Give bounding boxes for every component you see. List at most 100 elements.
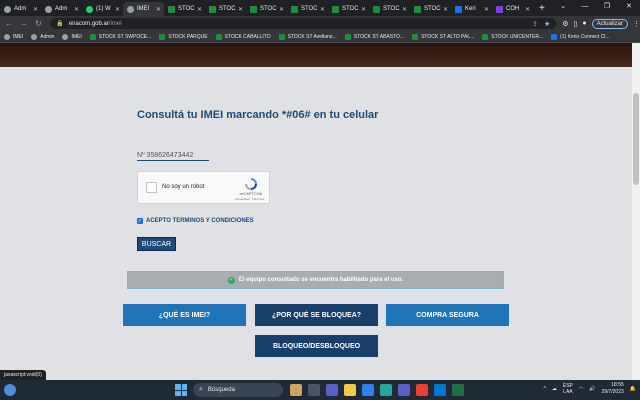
- tab-5[interactable]: STOC ✕: [205, 2, 246, 16]
- extensions-icon[interactable]: ⚙: [562, 20, 568, 28]
- profile-icon[interactable]: ●: [582, 20, 586, 27]
- tab-close-icon[interactable]: ✕: [238, 6, 243, 13]
- bookmark-item[interactable]: (1) Kerio Connect Cl...: [551, 33, 610, 40]
- tab-9[interactable]: STOC ✕: [369, 2, 410, 16]
- close-icon[interactable]: ✕: [618, 0, 640, 16]
- side-panel-icon[interactable]: ▯: [574, 20, 578, 28]
- menu-icon[interactable]: ⋮: [633, 20, 640, 28]
- tab-7[interactable]: STOC ✕: [287, 2, 328, 16]
- tab-close-icon[interactable]: ✕: [443, 6, 448, 13]
- tab-4[interactable]: STOC ✕: [164, 2, 205, 16]
- chevron-up-icon[interactable]: ^: [544, 386, 546, 392]
- share-icon[interactable]: ⇪: [532, 20, 538, 28]
- what-is-imei-button[interactable]: ¿QUÉ ES IMEI?: [123, 304, 246, 326]
- terms-checkbox[interactable]: ✓: [137, 218, 143, 224]
- tab-close-icon[interactable]: ✕: [156, 6, 161, 13]
- lock-icon[interactable]: 🔒: [56, 20, 63, 27]
- bookmark-item[interactable]: STOCK UNICENTER...: [482, 33, 543, 40]
- tab-close-icon[interactable]: ✕: [402, 6, 407, 13]
- tab-close-icon[interactable]: ✕: [74, 6, 79, 13]
- cloud-icon[interactable]: ☁: [552, 386, 557, 392]
- check-circle-icon: ✓: [227, 276, 235, 284]
- recaptcha-widget: No soy un robot reCAPTCHA Privacidad - T…: [137, 171, 270, 204]
- bookmark-item[interactable]: STOCK ST ALTO PAL...: [412, 33, 474, 40]
- bookmark-item[interactable]: STOCK ST ABASTO...: [344, 33, 404, 40]
- app-icon[interactable]: [380, 384, 392, 396]
- back-button[interactable]: ←: [3, 19, 15, 28]
- forward-button[interactable]: →: [18, 19, 30, 28]
- tab-label: STOC: [178, 6, 195, 12]
- tab-3[interactable]: IMEI ✕: [123, 2, 164, 16]
- language-indicator[interactable]: ESP LAA: [563, 383, 573, 395]
- bookmark-item[interactable]: STOCK ST SWPOCE...: [89, 33, 151, 40]
- safe-purchase-button[interactable]: COMPRA SEGURA: [386, 304, 509, 326]
- windows-start-icon[interactable]: [175, 384, 187, 396]
- tab-11[interactable]: Keri ✕: [451, 2, 492, 16]
- tab-2[interactable]: (1) W ✕: [82, 2, 123, 16]
- notification-icon[interactable]: 🔔: [630, 386, 636, 392]
- tab-0[interactable]: Adm ✕: [0, 2, 41, 16]
- tab-close-icon[interactable]: ✕: [484, 6, 489, 13]
- bookmark-item[interactable]: IMEI: [62, 33, 82, 40]
- sheets-icon: [215, 33, 222, 40]
- bookmark-item[interactable]: STOCK PARQUE: [159, 33, 208, 40]
- taskbar-search[interactable]: ⌕ Búsqueda: [193, 383, 283, 397]
- weather-icon[interactable]: [4, 384, 16, 396]
- tab-12[interactable]: COH ✕: [492, 2, 533, 16]
- tab-close-icon[interactable]: ✕: [361, 6, 366, 13]
- tab-close-icon[interactable]: ✕: [115, 6, 120, 13]
- chevron-down-icon[interactable]: ⌄: [552, 0, 574, 16]
- volume-icon[interactable]: 🔊: [589, 386, 595, 392]
- edge-icon[interactable]: [362, 384, 374, 396]
- chrome-icon[interactable]: [416, 384, 428, 396]
- tab-label: STOC: [260, 6, 277, 12]
- wifi-icon[interactable]: ◠: [579, 386, 583, 392]
- tab-close-icon[interactable]: ✕: [33, 6, 38, 13]
- clock-time: 18:55: [611, 382, 624, 388]
- teams-icon[interactable]: [398, 384, 410, 396]
- tab-6[interactable]: STOC ✕: [246, 2, 287, 16]
- tab-close-icon[interactable]: ✕: [525, 6, 530, 13]
- tab-close-icon[interactable]: ✕: [320, 6, 325, 13]
- bookmark-item[interactable]: IMEI: [4, 33, 24, 40]
- recaptcha-checkbox[interactable]: [146, 182, 157, 193]
- scrollbar-thumb[interactable]: [633, 93, 639, 185]
- search-button[interactable]: BUSCAR: [137, 237, 176, 251]
- widgets-icon[interactable]: [290, 384, 302, 396]
- bookmark-item[interactable]: STOCK CABALLITO: [215, 33, 271, 40]
- tab-close-icon[interactable]: ✕: [279, 6, 284, 13]
- recaptcha-terms[interactable]: Privacidad - Términos: [231, 197, 269, 201]
- tab-close-icon[interactable]: ✕: [197, 6, 202, 13]
- bookmark-star-icon[interactable]: ★: [544, 20, 550, 28]
- sheets-icon: [168, 5, 175, 13]
- reload-button[interactable]: ↻: [33, 19, 45, 28]
- outlook-icon[interactable]: [434, 384, 446, 396]
- imei-input[interactable]: [137, 152, 209, 161]
- terms-label[interactable]: ACEPTO TERMINOS Y CONDICIONES: [146, 218, 254, 224]
- bookmark-label: IMEI: [13, 33, 24, 40]
- sheets-icon: [291, 5, 298, 13]
- excel-icon[interactable]: [452, 384, 464, 396]
- block-unblock-button[interactable]: BLOQUEO/DESBLOQUEO: [255, 335, 378, 357]
- file-explorer-icon[interactable]: [344, 384, 356, 396]
- tab-label: STOC: [424, 6, 441, 12]
- maximize-icon[interactable]: ❐: [596, 0, 618, 16]
- bookmark-item[interactable]: Admin: [31, 33, 54, 40]
- minimize-icon[interactable]: —: [574, 0, 596, 16]
- bookmark-label: STOCK PARQUE: [168, 33, 208, 40]
- bookmark-item[interactable]: STOCK ST Avellane...: [278, 33, 337, 40]
- page-title: Consultá tu IMEI marcando *#06# en tu ce…: [137, 109, 379, 121]
- update-button[interactable]: Actualizar: [591, 18, 628, 29]
- address-bar[interactable]: 🔒 enacom.gob.ar/imei ⇪ ★: [50, 18, 557, 29]
- tab-8[interactable]: STOC ✕: [328, 2, 369, 16]
- chat-icon[interactable]: [326, 384, 338, 396]
- recaptcha-brand: reCAPTCHA: [239, 191, 263, 196]
- sheets-icon: [250, 5, 257, 13]
- clock[interactable]: 18:55 29/7/2023: [602, 382, 624, 396]
- tab-1[interactable]: Adm ✕: [41, 2, 82, 16]
- task-view-icon[interactable]: [308, 384, 320, 396]
- tab-10[interactable]: STOC ✕: [410, 2, 451, 16]
- why-blocked-button[interactable]: ¿POR QUÉ SE BLOQUEA?: [255, 304, 378, 326]
- new-tab-button[interactable]: +: [533, 2, 551, 16]
- url-path: /imei: [108, 20, 122, 27]
